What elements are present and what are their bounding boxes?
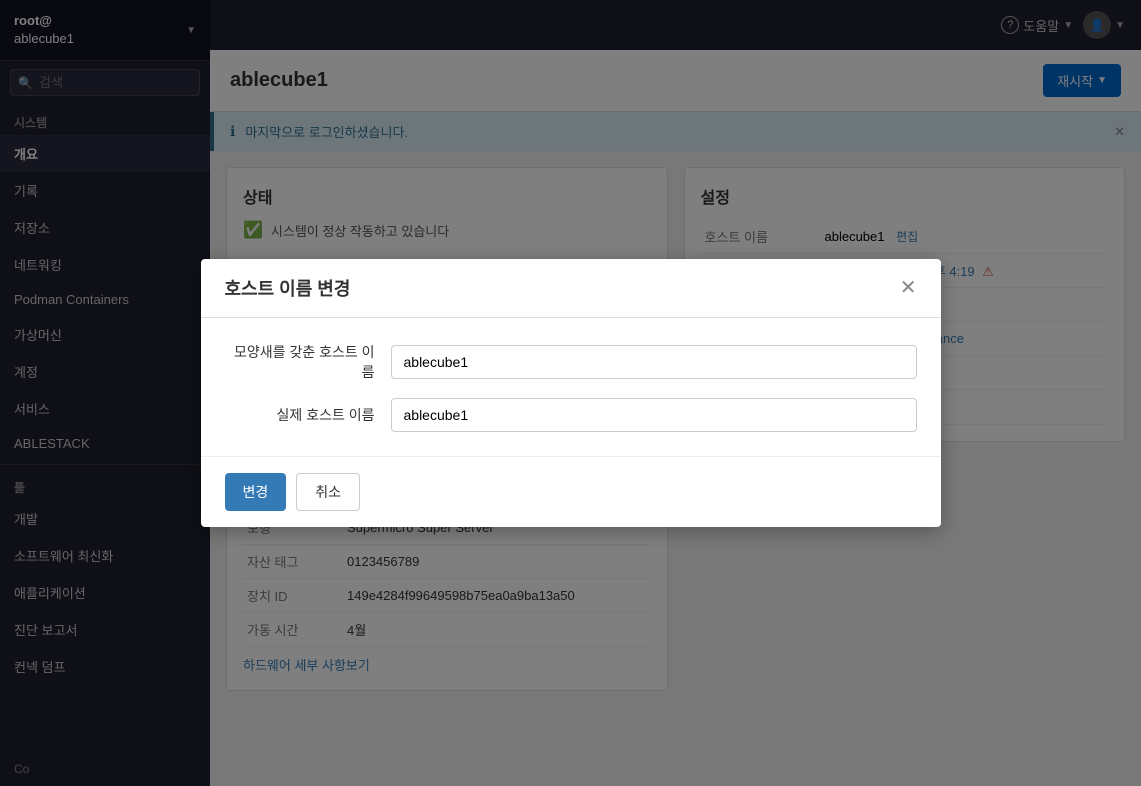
modal-footer: 변경 취소 [201,456,941,527]
modal-field-real-input[interactable] [391,398,917,432]
modal-submit-button[interactable]: 변경 [225,473,287,511]
modal-field-real: 실제 호스트 이름 [225,398,917,432]
modal-field-pretty: 모양새를 갖춘 호스트 이름 [225,342,917,382]
modal-field-pretty-label: 모양새를 갖춘 호스트 이름 [225,342,375,382]
modal-header: 호스트 이름 변경 ✕ [201,259,941,318]
modal-body: 모양새를 갖춘 호스트 이름 실제 호스트 이름 [201,318,941,456]
modal-field-real-label: 실제 호스트 이름 [225,405,375,425]
modal-close-button[interactable]: ✕ [900,278,917,298]
modal-cancel-button[interactable]: 취소 [296,473,360,511]
modal-overlay: 호스트 이름 변경 ✕ 모양새를 갖춘 호스트 이름 실제 호스트 이름 변경 … [0,0,1141,786]
modal-field-pretty-input[interactable] [391,345,917,379]
hostname-change-modal: 호스트 이름 변경 ✕ 모양새를 갖춘 호스트 이름 실제 호스트 이름 변경 … [201,259,941,527]
modal-title: 호스트 이름 변경 [225,275,351,301]
